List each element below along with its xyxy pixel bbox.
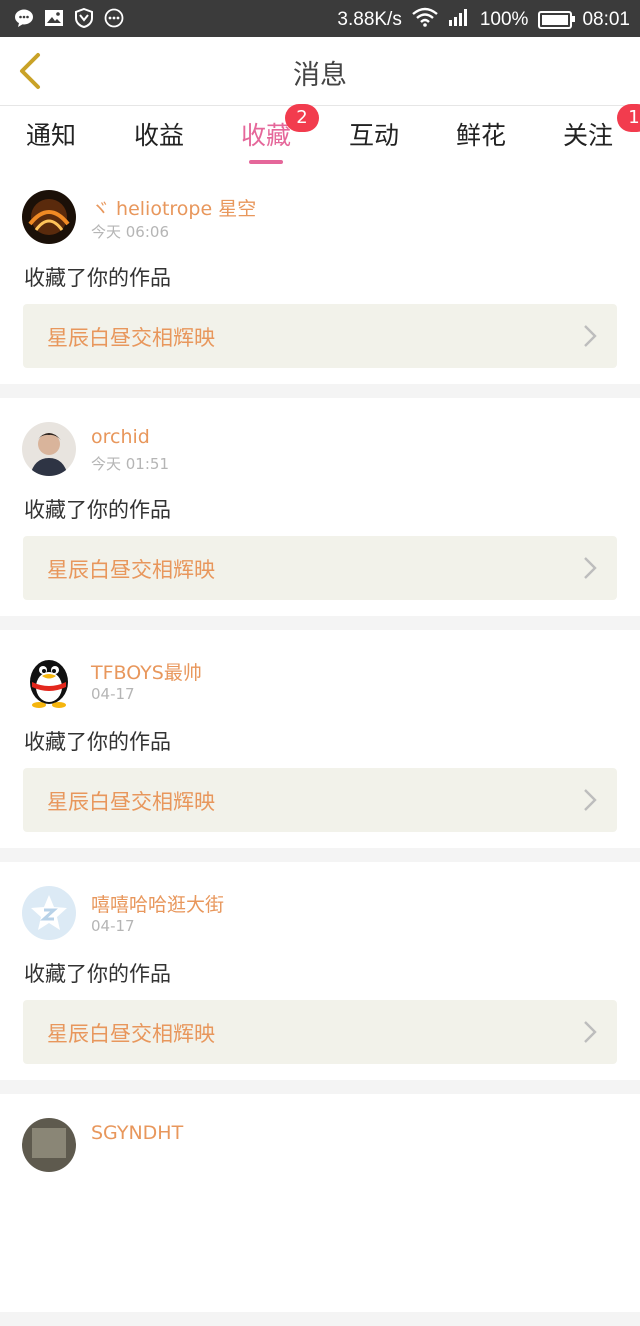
shield-icon [74,8,94,28]
action-text: 收藏了你的作品 [24,730,171,754]
tab-bar: 通知 收益 收藏 2 互动 鲜花 关注 1 [0,104,640,166]
favorites-badge: 2 [285,104,320,132]
action-text: 收藏了你的作品 [24,498,171,522]
status-icons [14,8,124,28]
chevron-right-icon [584,1021,597,1043]
tab-favorites[interactable]: 收藏 2 [241,104,320,164]
avatar[interactable] [22,1118,76,1172]
username[interactable]: 嘻嘻哈哈逛大街 [91,890,224,917]
avatar[interactable] [22,886,76,940]
username[interactable]: TFBOYS最帅 [91,658,202,685]
chat-icon [14,8,34,28]
username[interactable]: ヾ heliotrope 星空 [91,194,256,221]
tab-label: 收藏 [241,121,292,150]
list-item: 嘻嘻哈哈逛大街 04-17 收藏了你的作品 星辰白昼交相辉映 [0,862,640,1080]
tab-label: 收益 [134,121,185,150]
username[interactable]: orchid [91,426,150,448]
work-link[interactable]: 星辰白昼交相辉映 [23,1000,617,1064]
status-bar: 3.88K/s 100% 08:01 [0,0,640,37]
list-item: ヾ heliotrope 星空 今天 06:06 收藏了你的作品 星辰白昼交相辉… [0,166,640,384]
clock: 08:01 [582,9,630,30]
tab-interactions[interactable]: 互动 [349,116,399,152]
timestamp: 04-17 [91,685,135,703]
battery-icon [538,11,576,29]
work-title: 星辰白昼交相辉映 [47,326,215,350]
work-title: 星辰白昼交相辉映 [47,1022,215,1046]
timestamp: 今天 01:51 [91,455,169,473]
page-title: 消息 [293,60,347,91]
chevron-right-icon [584,557,597,579]
more-circle-icon [104,8,124,28]
following-badge: 1 [617,104,640,132]
username[interactable]: SGYNDHT [91,1122,183,1144]
list-item: TFBOYS最帅 04-17 收藏了你的作品 星辰白昼交相辉映 [0,630,640,848]
tab-earnings[interactable]: 收益 [134,116,184,152]
work-link[interactable]: 星辰白昼交相辉映 [23,768,617,832]
tab-following[interactable]: 关注 1 [563,104,640,152]
action-text: 收藏了你的作品 [24,962,171,986]
avatar[interactable] [22,422,76,476]
network-speed: 3.88K/s [337,9,402,30]
work-link[interactable]: 星辰白昼交相辉映 [23,536,617,600]
app-header: 消息 [0,37,640,106]
timestamp: 04-17 [91,917,135,935]
tab-label: 互动 [349,121,400,150]
timestamp: 今天 06:06 [91,223,169,241]
chevron-right-icon [584,325,597,347]
favorites-feed: ヾ heliotrope 星空 今天 06:06 收藏了你的作品 星辰白昼交相辉… [0,166,640,1326]
work-title: 星辰白昼交相辉映 [47,558,215,582]
tab-flowers[interactable]: 鲜花 [456,116,506,152]
tab-label: 关注 [563,121,614,150]
tab-label: 鲜花 [456,121,507,150]
avatar[interactable] [22,654,76,708]
tab-label: 通知 [26,121,77,150]
work-link[interactable]: 星辰白昼交相辉映 [23,304,617,368]
image-icon [44,8,64,28]
chevron-right-icon [584,789,597,811]
work-title: 星辰白昼交相辉映 [47,790,215,814]
battery-percent: 100% [479,9,529,30]
action-text: 收藏了你的作品 [24,266,171,290]
tab-notifications[interactable]: 通知 [26,116,76,152]
avatar[interactable] [22,190,76,244]
list-item: orchid 今天 01:51 收藏了你的作品 星辰白昼交相辉映 [0,398,640,616]
active-tab-indicator [249,160,284,164]
signal-icon [448,8,470,32]
wifi-icon [412,7,438,33]
list-item: SGYNDHT [0,1094,640,1312]
